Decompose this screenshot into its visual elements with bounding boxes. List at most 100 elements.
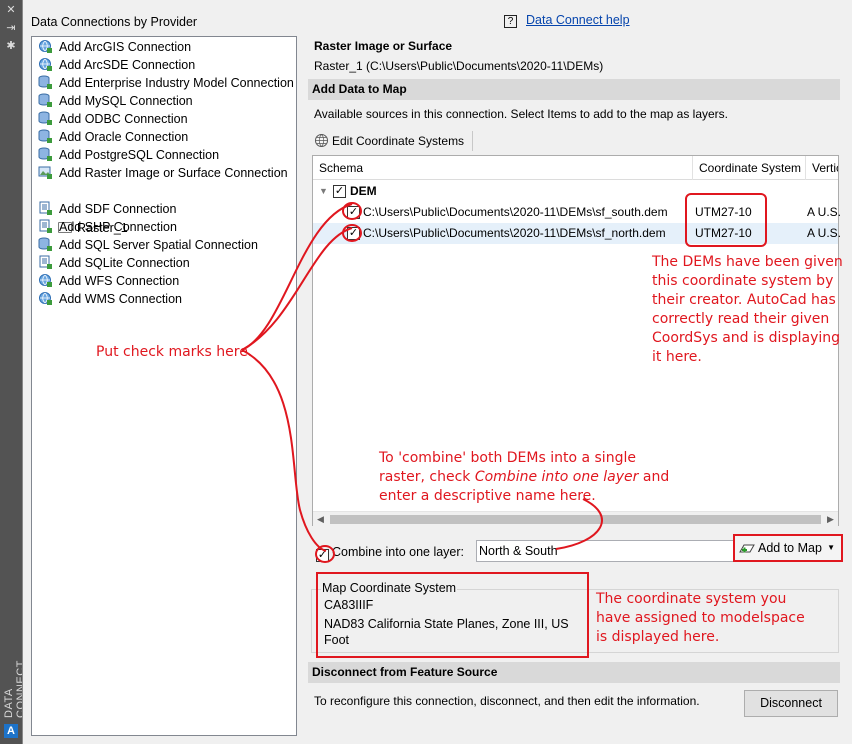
provider-item-sdf[interactable]: Add SDF Connection: [38, 200, 176, 218]
scroll-right-icon[interactable]: ▶: [823, 512, 838, 527]
database-connection-icon: [38, 111, 53, 126]
help-row: ? Data Connect help: [504, 13, 630, 28]
annotation-mapcs-note: The coordinate system you have assigned …: [596, 590, 826, 647]
column-coordinate-system[interactable]: Coordinate System: [693, 156, 806, 180]
provider-label: Add SHP Connection: [59, 220, 177, 234]
provider-item-postgresql[interactable]: Add PostgreSQL Connection: [38, 146, 219, 164]
close-icon[interactable]: ✕: [5, 4, 17, 16]
row-path: C:\Users\Public\Documents\2020-11\DEMs\s…: [363, 205, 668, 219]
globe-connection-icon: [38, 291, 53, 306]
dropdown-arrow-icon[interactable]: ▼: [827, 536, 835, 560]
globe-connection-icon: [38, 39, 53, 54]
provider-label: Add ArcSDE Connection: [59, 58, 196, 72]
add-to-map-label: Add to Map: [758, 541, 822, 555]
note-line: their creator. AutoCad has: [652, 292, 836, 308]
autodesk-logo-icon: A: [4, 724, 18, 738]
note-line: this coordinate system by: [652, 273, 834, 289]
provider-label: Add WMS Connection: [59, 292, 182, 306]
raster-connection-icon: [38, 165, 53, 180]
note-line: is displayed here.: [596, 629, 720, 645]
scroll-thumb[interactable]: [330, 515, 821, 524]
provider-label: Add SDF Connection: [59, 202, 177, 216]
note-fragment-italic: Combine into one layer: [474, 469, 639, 485]
provider-label: Add PostgreSQL Connection: [59, 148, 220, 162]
scroll-left-icon[interactable]: ◀: [313, 512, 328, 527]
globe-icon: [314, 133, 329, 154]
add-to-map-button[interactable]: Add to Map ▼: [733, 534, 843, 562]
file-connection-icon: [38, 219, 53, 234]
note-line: To 'combine' both DEMs into a single: [379, 450, 636, 466]
provider-item-wfs[interactable]: Add WFS Connection: [38, 272, 179, 290]
provider-label: Add SQL Server Spatial Connection: [59, 238, 258, 252]
auto-hide-icon[interactable]: ⇥: [5, 22, 17, 34]
combine-checkbox[interactable]: ✓: [316, 549, 329, 562]
note-line: The DEMs have been given: [652, 254, 843, 270]
note-line: it here.: [652, 349, 702, 365]
provider-item-sqlite[interactable]: Add SQLite Connection: [38, 254, 190, 272]
row-vertical: A U.S.: [807, 226, 842, 240]
schema-checkbox[interactable]: ✓: [333, 185, 346, 198]
column-schema[interactable]: Schema: [313, 156, 693, 180]
grid-header: Schema Coordinate System Vertic: [313, 156, 838, 180]
note-line: The coordinate system you: [596, 591, 787, 607]
provider-item-odbc[interactable]: Add ODBC Connection: [38, 110, 188, 128]
file-connection-icon: [38, 255, 53, 270]
edit-coordinate-systems-button[interactable]: Edit Coordinate Systems: [314, 131, 474, 154]
column-vertical[interactable]: Vertic: [806, 156, 838, 180]
help-link[interactable]: Data Connect help: [526, 13, 630, 27]
note-line: raster, check Combine into one layer and: [379, 468, 679, 487]
provider-label: Add ArcGIS Connection: [59, 40, 192, 54]
file-connection-icon: [38, 201, 53, 216]
provider-item-sqlserver[interactable]: Add SQL Server Spatial Connection: [38, 236, 258, 254]
horizontal-scrollbar[interactable]: ◀ ▶: [313, 511, 838, 526]
provider-item-arcgis[interactable]: Add ArcGIS Connection: [38, 38, 191, 56]
provider-item-mysql[interactable]: Add MySQL Connection: [38, 92, 193, 110]
connection-type-title: Raster Image or Surface: [314, 39, 453, 53]
provider-label: Add SQLite Connection: [59, 256, 190, 270]
disconnect-button[interactable]: Disconnect: [744, 690, 838, 717]
combine-label: Combine into one layer:: [332, 545, 465, 559]
database-connection-icon: [38, 237, 53, 252]
provider-item-shp[interactable]: Add SHP Connection: [38, 218, 177, 236]
palette-title: DATA CONNECT: [3, 660, 27, 718]
provider-label: Add WFS Connection: [59, 274, 180, 288]
note-line: enter a descriptive name here.: [379, 488, 596, 504]
provider-list: Add ArcGIS Connection Add ArcSDE Connect…: [31, 36, 297, 736]
schema-name: DEM: [350, 184, 377, 198]
row-checkbox[interactable]: ✓: [347, 227, 360, 240]
row-checkbox[interactable]: ✓: [347, 206, 360, 219]
add-data-instructions: Available sources in this connection. Se…: [314, 107, 728, 121]
properties-icon[interactable]: ✱: [5, 40, 17, 52]
note-fragment: and: [638, 469, 670, 485]
globe-connection-icon: [38, 57, 53, 72]
expand-arrow-icon[interactable]: ▼: [319, 181, 328, 202]
note-line: correctly read their given: [652, 311, 830, 327]
provider-label: Add Oracle Connection: [59, 130, 189, 144]
annotation-combine-note: To 'combine' both DEMs into a single ras…: [379, 449, 679, 506]
palette-side-strip: ✕ ⇥ ✱ DATA CONNECT A: [0, 0, 27, 744]
row-path: C:\Users\Public\Documents\2020-11\DEMs\s…: [363, 226, 666, 240]
provider-label: Add Raster Image or Surface Connection: [59, 166, 288, 180]
add-data-section-header: Add Data to Map: [308, 79, 840, 100]
help-icon[interactable]: ?: [504, 15, 517, 28]
note-fragment: raster, check: [379, 469, 475, 485]
disconnect-text: To reconfigure this connection, disconne…: [314, 694, 700, 708]
provider-item-enterprise[interactable]: Add Enterprise Industry Model Connection: [38, 74, 294, 92]
provider-label: Add ODBC Connection: [59, 112, 188, 126]
annotation-mapcs-box: [316, 572, 589, 658]
combine-option[interactable]: ✓ Combine into one layer:: [316, 545, 464, 562]
providers-title: Data Connections by Provider: [31, 15, 198, 29]
provider-label: Add MySQL Connection: [59, 94, 193, 108]
database-connection-icon: [38, 75, 53, 90]
provider-item-oracle[interactable]: Add Oracle Connection: [38, 128, 188, 146]
database-connection-icon: [38, 93, 53, 108]
provider-item-arcsde[interactable]: Add ArcSDE Connection: [38, 56, 195, 74]
edit-cs-label: Edit Coordinate Systems: [332, 134, 465, 148]
add-layer-icon: [739, 538, 755, 562]
database-connection-icon: [38, 129, 53, 144]
note-line: CoordSys and is displaying: [652, 330, 841, 346]
annotation-coordsys-note: The DEMs have been given this coordinate…: [652, 253, 852, 367]
provider-item-wms[interactable]: Add WMS Connection: [38, 290, 182, 308]
combine-name-input[interactable]: North & South: [476, 540, 734, 562]
provider-item-raster[interactable]: Add Raster Image or Surface Connection: [38, 164, 288, 182]
